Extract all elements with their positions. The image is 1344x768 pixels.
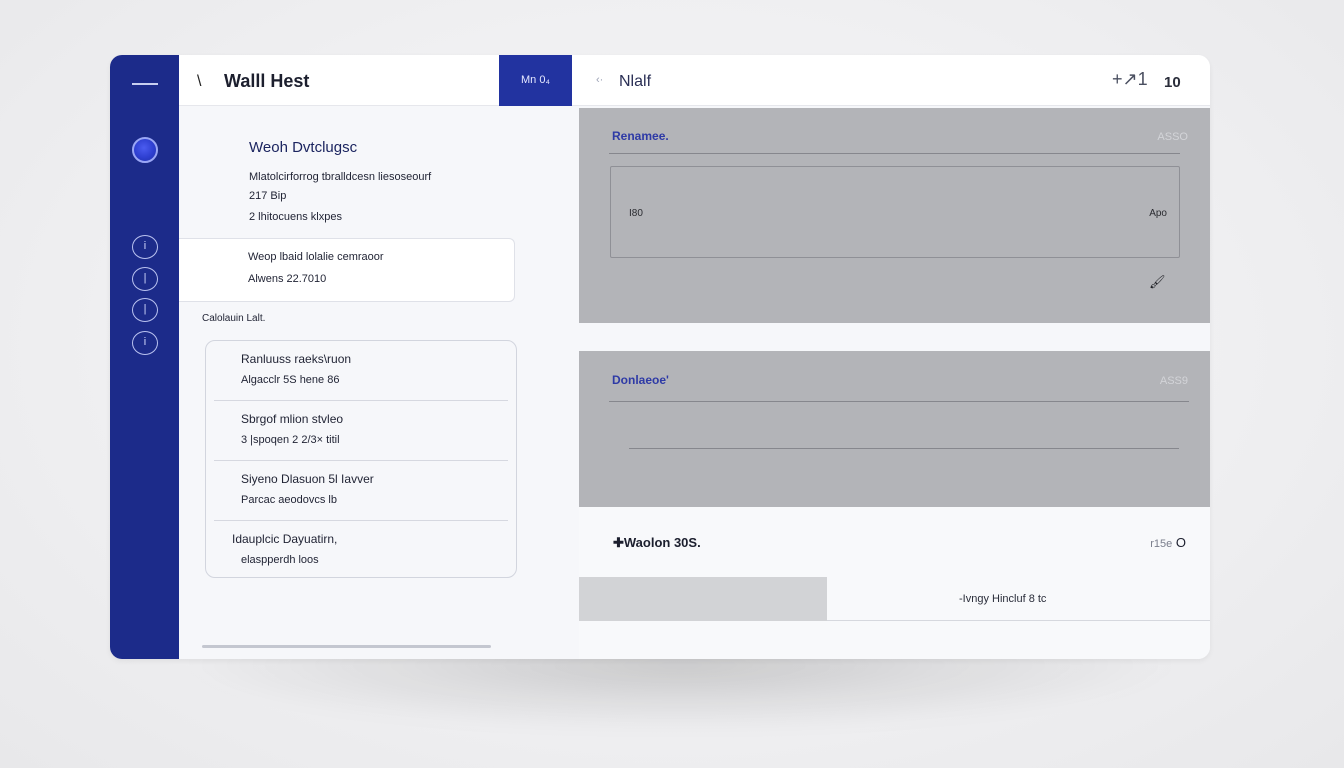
list-item[interactable]: Sbrgof mlion stvleo 3 |spoqen 2 2/3× tit… <box>206 401 516 461</box>
list-item-subtitle: Algacclr 5S hene 86 <box>241 374 340 386</box>
input-line[interactable] <box>629 448 1179 449</box>
avatar[interactable] <box>132 137 158 163</box>
header-right: ‹· Nlalf +↗1 10 <box>572 55 1210 106</box>
rail-toggle-button-2[interactable]: | <box>132 298 158 322</box>
list-item-title: Sbrgof mlion stvleo <box>241 412 344 426</box>
description-line: 2 lhitocuens klxpes <box>249 211 342 223</box>
list-item[interactable]: Ranluuss raeks\ruon Algacclr 5S hene 86 <box>206 341 516 401</box>
list-section-label: Calolauin Lalt. <box>202 313 266 324</box>
footer-value-number: O <box>1175 535 1186 550</box>
bar-icon: | <box>143 272 147 284</box>
panel-aux: ASSO <box>1157 131 1188 143</box>
count-badge: 10 <box>1164 74 1181 91</box>
card-line: Weop lbaid lolalie cemraoor <box>248 251 384 263</box>
info-icon: i <box>143 240 147 252</box>
footer-row: ✚Waolon 30S. r15e O -Ivngy Hincluf 8 tc <box>579 507 1210 659</box>
app-window: i | | i \ Walll Hest Mn 0₄ ‹· Nlalf +↗1 … <box>110 55 1210 659</box>
delete-panel: Donlaeoe' ASS9 <box>579 351 1210 507</box>
list-item-title: Siyeno Dlasuon 5l Iavver <box>241 472 374 486</box>
section-title: Weoh Dvtclugsc <box>249 139 358 156</box>
list-item[interactable]: Idauplcic Dayuatirn, elaspperdh loos <box>206 521 516 581</box>
divider <box>609 401 1189 402</box>
divider <box>827 620 1210 621</box>
rename-panel: Renamee. ASSO I80 Apo 🖌 <box>579 108 1210 323</box>
header-left: \ Walll Hest <box>179 55 499 106</box>
rename-field[interactable]: I80 Apo <box>610 166 1180 258</box>
divider <box>609 153 1180 154</box>
field-suffix: Apo <box>1149 208 1167 219</box>
list-item-subtitle: 3 |spoqen 2 2/3× titil <box>241 434 340 446</box>
paint-icon[interactable]: 🖌 <box>1149 274 1166 290</box>
app-title: Walll Hest <box>224 71 310 91</box>
footer-label: ✚Waolon 30S. <box>613 535 701 550</box>
status-text: -Ivngy Hincluf 8 tc <box>959 593 1047 605</box>
rail-info-button-2[interactable]: i <box>132 331 158 355</box>
info-icon: i <box>143 336 147 348</box>
footer-value: r15e O <box>1150 535 1186 550</box>
panel-label: Donlaeoe' <box>612 373 669 387</box>
pane-title: Nlalf <box>619 73 652 90</box>
list-item-title: Ranluuss raeks\ruon <box>241 352 352 366</box>
item-list: Ranluuss raeks\ruon Algacclr 5S hene 86 … <box>205 340 517 578</box>
card-line: Alwens 22.7010 <box>248 273 327 285</box>
list-item-subtitle: elaspperdh loos <box>241 554 319 566</box>
panel-label: Renamee. <box>612 129 669 143</box>
horizontal-scrollbar[interactable] <box>202 645 491 648</box>
field-value: I80 <box>629 208 643 219</box>
progress-block <box>579 577 827 621</box>
back-icon[interactable]: \ <box>197 73 201 91</box>
summary-card[interactable]: Weop lbaid lolalie cemraoor Alwens 22.70… <box>179 238 515 302</box>
list-item-subtitle: Parcac aeodovcs lb <box>241 494 337 506</box>
menu-icon[interactable] <box>132 83 158 85</box>
bar-icon: | <box>143 303 147 315</box>
description-line: Mlatolcirforrog tbralldcesn liesoseourf <box>249 171 432 183</box>
rail-info-button[interactable]: i <box>132 235 158 259</box>
rail-toggle-button-1[interactable]: | <box>132 267 158 291</box>
description-line: 217 Bip <box>249 190 287 202</box>
chevron-left-icon[interactable]: ‹· <box>596 74 603 86</box>
accent-tab[interactable]: Mn 0₄ <box>499 55 572 106</box>
footer-value-prefix: r15e <box>1150 538 1173 550</box>
panel-aux: ASS9 <box>1159 375 1188 387</box>
list-item[interactable]: Siyeno Dlasuon 5l Iavver Parcac aeodovcs… <box>206 461 516 521</box>
left-rail: i | | i <box>110 55 179 659</box>
list-item-title: Idauplcic Dayuatirn, <box>232 532 338 546</box>
add-button[interactable]: +↗1 <box>1112 69 1148 90</box>
